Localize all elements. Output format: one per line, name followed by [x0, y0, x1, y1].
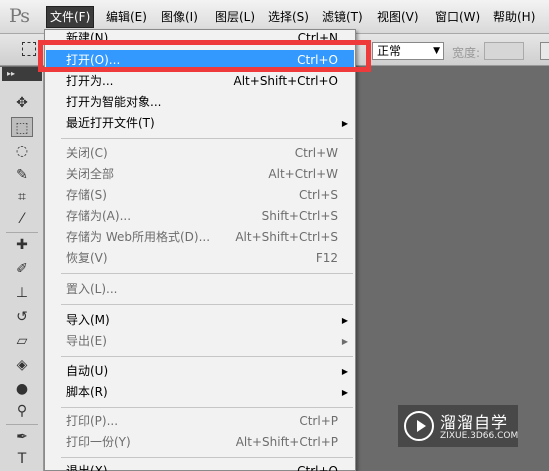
- marquee-preset-icon[interactable]: [22, 42, 36, 56]
- menu-item-save[interactable]: 存储(S) Ctrl+S: [46, 185, 354, 206]
- eraser-icon[interactable]: ▱: [11, 331, 33, 351]
- blur-icon[interactable]: ●: [11, 379, 33, 399]
- menu-separator: [61, 138, 353, 139]
- submenu-arrow-icon: ▶: [341, 119, 348, 128]
- chevron-down-icon: ▼: [433, 46, 440, 56]
- quick-select-icon[interactable]: ✎: [11, 165, 33, 185]
- submenu-arrow-icon: ▶: [341, 316, 348, 325]
- history-brush-icon[interactable]: ↺: [11, 307, 33, 327]
- menu-separator: [61, 457, 353, 458]
- menu-help[interactable]: 帮助(H): [490, 7, 538, 27]
- menu-edit[interactable]: 编辑(E): [103, 7, 150, 27]
- menu-item-open-as[interactable]: 打开为... Alt+Shift+Ctrl+O: [46, 71, 354, 92]
- menu-item-recent-files[interactable]: 最近打开文件(T) ▶: [46, 113, 354, 134]
- menu-select[interactable]: 选择(S): [265, 7, 312, 27]
- menu-item-automate[interactable]: 自动(U) ▶: [46, 361, 354, 382]
- menu-item-revert[interactable]: 恢复(V) F12: [46, 248, 354, 269]
- width-label: 宽度:: [452, 46, 481, 60]
- menu-separator: [61, 356, 353, 357]
- menu-view[interactable]: 视图(V): [374, 7, 422, 27]
- submenu-arrow-icon: ▶: [341, 367, 348, 376]
- menu-item-print-one-copy[interactable]: 打印一份(Y) Alt+Shift+Ctrl+P: [46, 432, 354, 453]
- style-select[interactable]: 正常 ▼: [372, 42, 444, 60]
- menu-filter[interactable]: 滤镜(T): [319, 7, 366, 27]
- watermark: 溜溜自学 ZIXUE.3D66.COM: [398, 405, 518, 447]
- pen-icon[interactable]: ✒: [11, 427, 33, 447]
- photoshop-logo: Ps: [9, 5, 30, 27]
- menu-separator: [61, 304, 353, 305]
- paint-bucket-icon[interactable]: ◈: [11, 355, 33, 375]
- menu-layer[interactable]: 图层(L): [212, 7, 258, 27]
- refine-edge-button[interactable]: [540, 42, 549, 60]
- crop-icon[interactable]: ⌗: [11, 187, 33, 207]
- eyedropper-icon[interactable]: ⁄: [11, 209, 33, 229]
- menu-item-exit[interactable]: 退出(X) Ctrl+Q: [46, 461, 354, 471]
- menu-item-close[interactable]: 关闭(C) Ctrl+W: [46, 143, 354, 164]
- rect-marquee-icon[interactable]: ⬚: [11, 117, 33, 137]
- watermark-title: 溜溜自学: [440, 413, 509, 432]
- menu-item-save-for-web[interactable]: 存储为 Web所用格式(D)... Alt+Shift+Ctrl+S: [46, 227, 354, 248]
- style-select-value: 正常: [377, 44, 402, 58]
- menu-item-save-as[interactable]: 存储为(A)... Shift+Ctrl+S: [46, 206, 354, 227]
- toolbox-grip[interactable]: ▸▸: [2, 67, 42, 81]
- toolbox-divider: [6, 424, 38, 425]
- menu-separator: [61, 407, 353, 408]
- move-icon[interactable]: ✥: [11, 93, 33, 113]
- menu-item-close-all[interactable]: 关闭全部 Alt+Ctrl+W: [46, 164, 354, 185]
- menu-item-print[interactable]: 打印(P)... Ctrl+P: [46, 411, 354, 432]
- menu-separator: [61, 273, 353, 274]
- highlight-annotation-box: [38, 40, 371, 72]
- healing-brush-icon[interactable]: ✚: [11, 235, 33, 255]
- lasso-icon[interactable]: ◌: [11, 141, 33, 161]
- watermark-url: ZIXUE.3D66.COM: [440, 431, 519, 441]
- brush-icon[interactable]: ✐: [11, 259, 33, 279]
- dodge-icon[interactable]: ⚲: [11, 401, 33, 421]
- width-input[interactable]: [484, 42, 524, 60]
- toolbox: ▸▸ ✥ ⬚ ◌ ✎ ⌗ ⁄ ✚ ✐ ⊥ ↺ ▱ ◈ ● ⚲ ✒ T: [0, 67, 44, 471]
- menu-image[interactable]: 图像(I): [158, 7, 201, 27]
- menu-item-export[interactable]: 导出(E) ▶: [46, 331, 354, 352]
- clone-stamp-icon[interactable]: ⊥: [11, 283, 33, 303]
- submenu-arrow-icon: ▶: [341, 337, 348, 346]
- menu-item-scripts[interactable]: 脚本(R) ▶: [46, 382, 354, 403]
- menu-file[interactable]: 文件(F): [46, 6, 95, 28]
- menu-item-import[interactable]: 导入(M) ▶: [46, 310, 354, 331]
- submenu-arrow-icon: ▶: [341, 388, 348, 397]
- toolbox-divider: [6, 232, 38, 233]
- type-icon[interactable]: T: [11, 449, 33, 469]
- menu-window[interactable]: 窗口(W): [432, 7, 483, 27]
- menu-item-open-smart-object[interactable]: 打开为智能对象...: [46, 92, 354, 113]
- menu-item-place[interactable]: 置入(L)...: [46, 279, 354, 300]
- file-menu-dropdown: 新建(N)... Ctrl+N 打开(O)... Ctrl+O 打开为... A…: [44, 29, 356, 471]
- play-logo-icon: [404, 411, 434, 441]
